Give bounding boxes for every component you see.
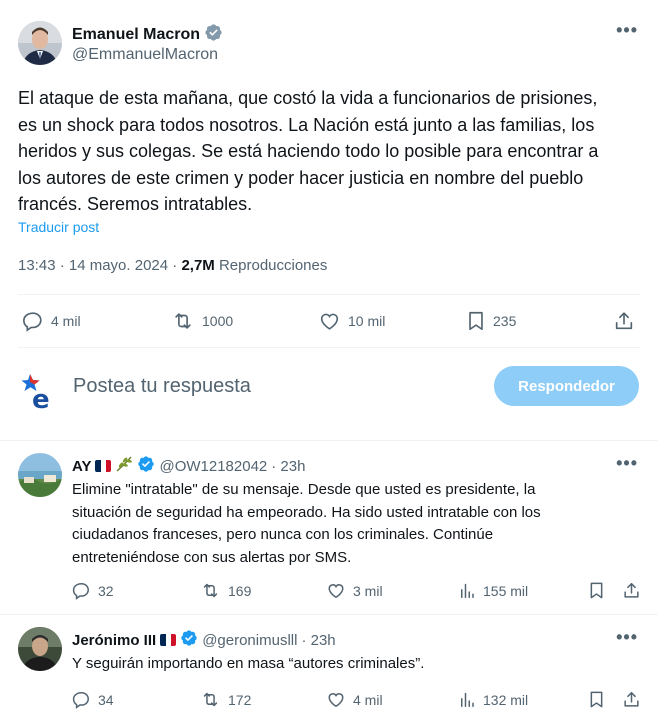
reply-text: Y seguirán importando en masa “autores c… <box>72 655 425 672</box>
repost-action[interactable]: 172 <box>200 690 251 709</box>
like-action[interactable]: 10 mil <box>318 310 385 332</box>
more-icon[interactable]: ••• <box>616 627 638 648</box>
reply-author-name[interactable]: AY <box>72 458 91 475</box>
reply-count: 34 <box>98 691 114 708</box>
reply-time[interactable]: · 23h <box>271 458 305 475</box>
reply-author-handle[interactable]: @geronimuslll <box>202 632 297 649</box>
share-action[interactable] <box>622 581 641 600</box>
repost-count: 1000 <box>202 313 234 329</box>
bookmark-action[interactable]: 235 <box>466 310 516 332</box>
verified-badge-icon <box>204 23 223 47</box>
repost-action[interactable]: 169 <box>200 581 251 600</box>
reply-author-handle[interactable]: @OW12182042 <box>159 458 267 475</box>
post-meta: 13:43 · 14 mayo. 2024 · 2,7M Reproduccio… <box>18 257 327 274</box>
author-handle[interactable]: @EmmanuelMacron <box>72 46 218 64</box>
reply-author-name[interactable]: Jerónimo III <box>72 632 156 649</box>
views-label: Reproducciones <box>218 257 328 274</box>
flag-france-icon <box>160 634 177 646</box>
reply-item[interactable]: Jerónimo III @geronimuslll · 23h ••• Y s… <box>0 615 658 714</box>
share-icon <box>613 310 635 332</box>
author-name[interactable]: Emanuel Macron <box>72 26 200 44</box>
more-icon[interactable]: ••• <box>616 453 638 474</box>
like-count: 3 mil <box>353 582 383 599</box>
reply-header: AY @OW12182042 · 23h <box>72 455 305 477</box>
repost-icon <box>171 310 195 332</box>
share-action[interactable] <box>613 310 635 332</box>
reply-action[interactable]: 4 mil <box>22 310 81 332</box>
svg-text:e: e <box>32 385 50 410</box>
post-text: El ataque de esta mañana, que costó la v… <box>18 88 599 214</box>
avatar-image <box>18 627 62 671</box>
repost-count: 172 <box>228 691 252 708</box>
like-action[interactable]: 4 mil <box>326 690 383 709</box>
reply-time[interactable]: · 23h <box>301 632 335 649</box>
author-avatar[interactable] <box>18 21 62 65</box>
like-count: 10 mil <box>348 313 386 329</box>
reply-avatar[interactable] <box>18 627 62 671</box>
divider <box>18 294 640 295</box>
views-count: 132 mil <box>483 691 529 708</box>
bookmark-icon <box>588 581 605 600</box>
views-icon <box>458 581 476 600</box>
olive-branch-icon <box>115 456 133 476</box>
reply-avatar[interactable] <box>18 453 62 497</box>
repost-icon <box>200 581 221 600</box>
bookmark-action[interactable] <box>588 690 605 709</box>
reply-count: 4 mil <box>51 313 81 329</box>
reply-input[interactable]: Postea tu respuesta <box>73 375 251 398</box>
avatar-image <box>18 453 62 497</box>
like-icon <box>318 310 341 332</box>
author-name-row: Emanuel Macron <box>72 23 223 47</box>
views-count: 155 mil <box>483 582 529 599</box>
bookmark-icon <box>466 310 486 332</box>
reply-item[interactable]: AY @OW12182042 · 23h ••• Elimine "intrat… <box>0 441 658 614</box>
more-icon[interactable]: ••• <box>616 20 638 41</box>
verified-badge-icon <box>180 629 198 651</box>
flag-france-icon <box>95 460 112 472</box>
reply-icon <box>72 581 91 600</box>
views-icon <box>458 690 476 709</box>
like-count: 4 mil <box>353 691 383 708</box>
reply-button[interactable]: Respondedor <box>494 366 639 406</box>
repost-count: 169 <box>228 582 252 599</box>
bookmark-icon <box>588 690 605 709</box>
reply-action[interactable]: 32 <box>72 581 114 600</box>
bookmark-action[interactable] <box>588 581 605 600</box>
reply-text: Elimine "intratable" de su mensaje. Desd… <box>72 481 541 566</box>
reply-header: Jerónimo III @geronimuslll · 23h <box>72 629 336 651</box>
share-icon <box>622 581 641 600</box>
share-action[interactable] <box>622 690 641 709</box>
reply-count: 32 <box>98 582 114 599</box>
translate-link[interactable]: Traducir post <box>18 219 99 235</box>
bookmark-count: 235 <box>493 313 517 329</box>
reply-icon <box>72 690 91 709</box>
repost-action[interactable]: 1000 <box>171 310 233 332</box>
share-icon <box>622 690 641 709</box>
like-icon <box>326 581 346 600</box>
user-avatar-logo-icon[interactable]: e <box>20 368 58 415</box>
divider <box>18 347 640 348</box>
repost-icon <box>200 690 221 709</box>
views-action[interactable]: 155 mil <box>458 581 528 600</box>
like-action[interactable]: 3 mil <box>326 581 383 600</box>
reply-action[interactable]: 34 <box>72 690 114 709</box>
views-action[interactable]: 132 mil <box>458 690 528 709</box>
post-timestamp[interactable]: 13:43 · 14 mayo. 2024 · <box>18 257 177 274</box>
reply-icon <box>22 310 44 332</box>
verified-badge-icon <box>137 455 155 477</box>
like-icon <box>326 690 346 709</box>
views-count: 2,7M <box>181 257 215 274</box>
avatar-image <box>18 21 62 65</box>
